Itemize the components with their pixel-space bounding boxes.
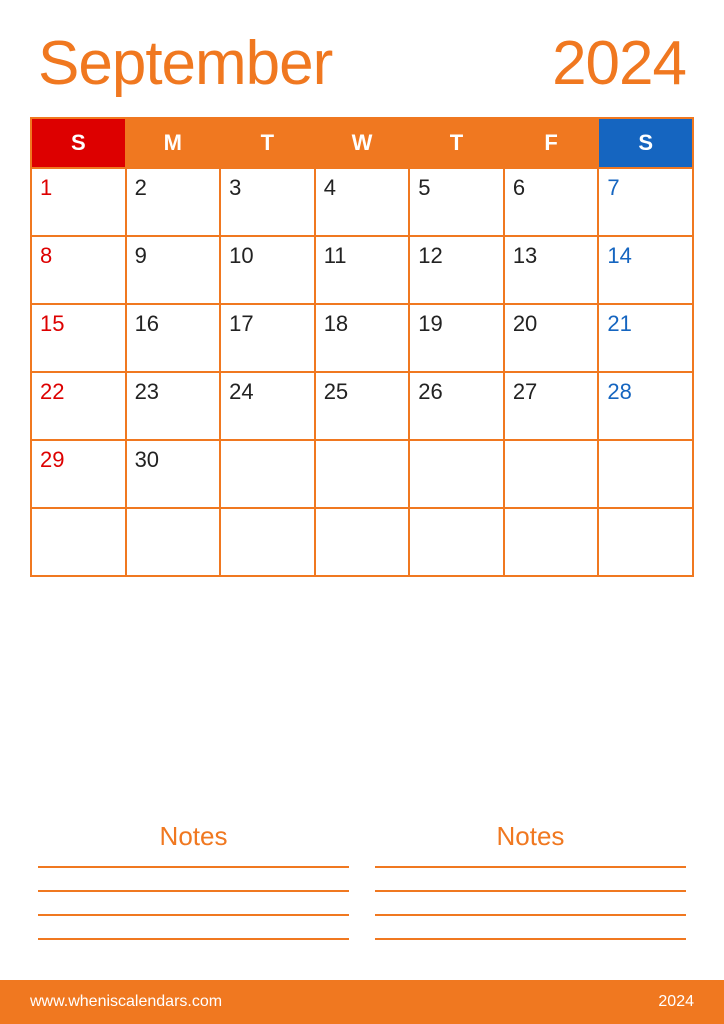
calendar-cell <box>504 440 599 508</box>
month-title: September <box>38 28 332 99</box>
calendar-cell <box>598 440 693 508</box>
calendar-cell <box>409 440 504 508</box>
calendar-cell: 8 <box>31 236 126 304</box>
notes-right: Notes <box>375 821 686 962</box>
calendar-table: S M T W T F S 12345678910111213141516171… <box>30 117 694 577</box>
page-footer: www.wheniscalendars.com 2024 <box>0 980 724 1024</box>
calendar-cell <box>315 508 410 576</box>
calendar-cell: 19 <box>409 304 504 372</box>
header-wednesday: W <box>315 118 410 168</box>
calendar-cell: 3 <box>220 168 315 236</box>
calendar-header: September 2024 <box>0 0 724 117</box>
calendar-cell: 28 <box>598 372 693 440</box>
calendar-cell: 1 <box>31 168 126 236</box>
footer-url: www.wheniscalendars.com <box>30 993 222 1011</box>
calendar-cell: 16 <box>126 304 221 372</box>
calendar-cell: 21 <box>598 304 693 372</box>
calendar-cell: 30 <box>126 440 221 508</box>
calendar-cell <box>315 440 410 508</box>
footer-year: 2024 <box>658 993 694 1011</box>
calendar-cell: 24 <box>220 372 315 440</box>
calendar-body: 1234567891011121314151617181920212223242… <box>31 168 693 576</box>
notes-left: Notes <box>38 821 349 962</box>
calendar-cell: 14 <box>598 236 693 304</box>
header-monday: M <box>126 118 221 168</box>
calendar-cell: 29 <box>31 440 126 508</box>
calendar-cell: 27 <box>504 372 599 440</box>
calendar-week-2: 891011121314 <box>31 236 693 304</box>
notes-right-title: Notes <box>375 821 686 852</box>
calendar-week-4: 22232425262728 <box>31 372 693 440</box>
calendar-cell: 11 <box>315 236 410 304</box>
calendar-cell <box>31 508 126 576</box>
notes-left-title: Notes <box>38 821 349 852</box>
calendar-cell: 15 <box>31 304 126 372</box>
calendar-cell: 13 <box>504 236 599 304</box>
calendar-cell: 20 <box>504 304 599 372</box>
calendar-cell: 18 <box>315 304 410 372</box>
calendar-cell: 4 <box>315 168 410 236</box>
calendar-cell: 12 <box>409 236 504 304</box>
calendar-cell: 22 <box>31 372 126 440</box>
calendar-container: S M T W T F S 12345678910111213141516171… <box>0 117 724 801</box>
calendar-cell <box>409 508 504 576</box>
calendar-week-1: 1234567 <box>31 168 693 236</box>
calendar-cell: 10 <box>220 236 315 304</box>
header-sunday: S <box>31 118 126 168</box>
calendar-week-6 <box>31 508 693 576</box>
days-header-row: S M T W T F S <box>31 118 693 168</box>
calendar-cell: 25 <box>315 372 410 440</box>
notes-line-8 <box>375 938 686 940</box>
calendar-cell: 26 <box>409 372 504 440</box>
calendar-cell: 6 <box>504 168 599 236</box>
calendar-cell <box>598 508 693 576</box>
calendar-week-3: 15161718192021 <box>31 304 693 372</box>
notes-line-6 <box>375 890 686 892</box>
calendar-week-5: 2930 <box>31 440 693 508</box>
calendar-cell: 9 <box>126 236 221 304</box>
calendar-cell: 17 <box>220 304 315 372</box>
calendar-cell: 7 <box>598 168 693 236</box>
notes-line-7 <box>375 914 686 916</box>
calendar-cell: 5 <box>409 168 504 236</box>
calendar-page: September 2024 S M T W T F S 12345678910… <box>0 0 724 1024</box>
year-title: 2024 <box>552 28 686 99</box>
header-saturday: S <box>598 118 693 168</box>
calendar-cell: 23 <box>126 372 221 440</box>
calendar-cell <box>126 508 221 576</box>
notes-line-2 <box>38 890 349 892</box>
notes-line-3 <box>38 914 349 916</box>
notes-line-5 <box>375 866 686 868</box>
notes-line-1 <box>38 866 349 868</box>
calendar-cell <box>504 508 599 576</box>
header-thursday: T <box>409 118 504 168</box>
calendar-cell: 2 <box>126 168 221 236</box>
header-tuesday: T <box>220 118 315 168</box>
notes-section: Notes Notes <box>0 801 724 980</box>
header-friday: F <box>504 118 599 168</box>
notes-line-4 <box>38 938 349 940</box>
calendar-cell <box>220 440 315 508</box>
calendar-cell <box>220 508 315 576</box>
